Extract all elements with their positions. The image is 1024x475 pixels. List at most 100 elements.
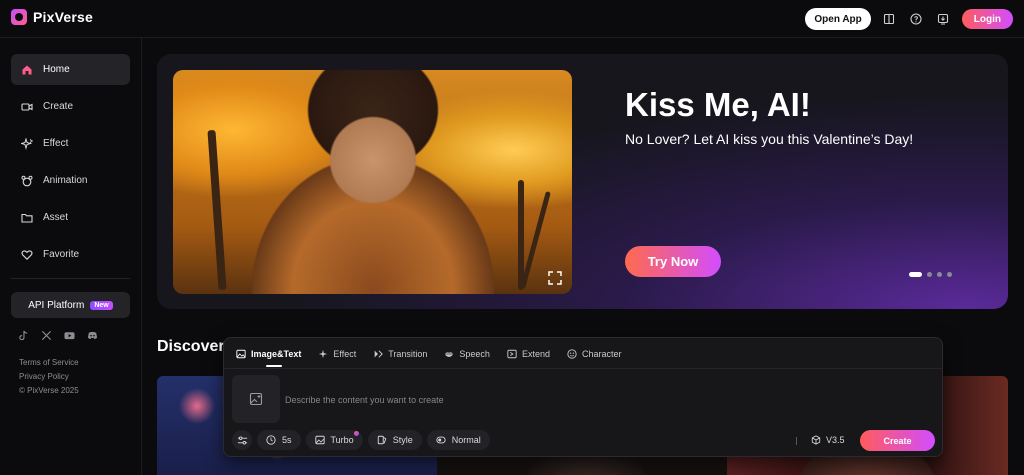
carousel-indicator bbox=[909, 272, 952, 277]
sidebar-item-label: Asset bbox=[43, 212, 69, 223]
carousel-dot[interactable] bbox=[909, 272, 922, 277]
turbo-icon bbox=[314, 435, 325, 445]
create-panel: Image&Text Effect Transition Speech Exte… bbox=[223, 337, 943, 457]
copyright-text: © PixVerse 2025 bbox=[19, 386, 79, 395]
hero-image[interactable] bbox=[173, 70, 572, 294]
premium-badge-icon bbox=[353, 431, 359, 436]
active-tab-indicator bbox=[266, 365, 282, 367]
pixverse-logo-icon bbox=[11, 9, 27, 25]
discord-icon[interactable] bbox=[87, 330, 98, 341]
try-now-button[interactable]: Try Now bbox=[625, 246, 721, 277]
tab-label: Character bbox=[581, 349, 622, 359]
bear-icon bbox=[21, 175, 33, 187]
sparkle-icon bbox=[319, 349, 328, 359]
speed-icon bbox=[436, 436, 446, 444]
model-select[interactable]: V3.5 bbox=[811, 435, 845, 445]
tab-label: Extend bbox=[521, 349, 550, 359]
sidebar-item-effect[interactable]: Effect bbox=[11, 128, 130, 159]
style-icon bbox=[377, 435, 387, 445]
social-links bbox=[18, 330, 98, 341]
add-image-icon bbox=[249, 392, 263, 406]
api-platform-button[interactable]: API Platform New bbox=[11, 292, 130, 318]
hero-title: Kiss Me, AI! bbox=[625, 86, 811, 123]
tab-transition[interactable]: Transition bbox=[373, 349, 427, 359]
terms-link[interactable]: Terms of Service bbox=[19, 358, 79, 367]
cube-icon bbox=[811, 435, 821, 445]
clock-icon bbox=[266, 435, 276, 445]
brand[interactable]: PixVerse bbox=[11, 9, 93, 25]
turbo-label: Turbo bbox=[330, 435, 354, 445]
tab-extend[interactable]: Extend bbox=[507, 349, 550, 359]
sidebar-item-create[interactable]: Create bbox=[11, 91, 130, 122]
tiktok-icon[interactable] bbox=[18, 330, 29, 341]
image-upload-button[interactable] bbox=[232, 375, 280, 423]
create-mode-tabs: Image&Text Effect Transition Speech Exte… bbox=[236, 346, 621, 362]
tab-label: Speech bbox=[459, 349, 490, 359]
brand-name: PixVerse bbox=[33, 9, 93, 25]
style-select[interactable]: Style bbox=[367, 430, 422, 450]
login-button[interactable]: Login bbox=[961, 9, 1013, 29]
tab-image-text[interactable]: Image&Text bbox=[236, 349, 301, 359]
sparkle-icon bbox=[21, 137, 33, 150]
sidebar-item-favorite[interactable]: Favorite bbox=[11, 239, 130, 270]
extend-icon bbox=[507, 349, 517, 359]
tab-label: Image&Text bbox=[251, 349, 302, 359]
download-app-icon[interactable] bbox=[935, 11, 952, 28]
top-bar: PixVerse Open App Login bbox=[0, 0, 1024, 38]
sidebar-item-label: Effect bbox=[43, 138, 69, 149]
style-label: Style bbox=[392, 435, 413, 445]
lips-icon bbox=[445, 352, 454, 357]
image-icon bbox=[236, 349, 246, 359]
carousel-dot[interactable] bbox=[927, 272, 932, 277]
carousel-dot[interactable] bbox=[937, 272, 942, 277]
create-button[interactable]: Create bbox=[860, 430, 935, 451]
character-icon bbox=[567, 349, 577, 359]
tree-trunk bbox=[207, 129, 227, 291]
duration-select[interactable]: 5s bbox=[257, 430, 301, 450]
transition-icon bbox=[374, 350, 384, 358]
model-version: V3.5 bbox=[826, 435, 845, 445]
help-icon[interactable] bbox=[908, 11, 925, 28]
tab-effect[interactable]: Effect bbox=[318, 349, 356, 359]
header-actions: Open App Login bbox=[805, 8, 1013, 30]
mode-label: Normal bbox=[451, 435, 481, 445]
tree-trunk bbox=[520, 191, 551, 289]
youtube-icon[interactable] bbox=[64, 330, 75, 341]
tab-character[interactable]: Character bbox=[567, 349, 622, 359]
video-icon bbox=[21, 101, 33, 113]
new-badge: New bbox=[90, 300, 113, 310]
x-icon[interactable] bbox=[41, 330, 52, 341]
hero-subtitle: No Lover? Let AI kiss you this Valentine… bbox=[625, 131, 914, 147]
sidebar-item-animation[interactable]: Animation bbox=[11, 165, 130, 196]
carousel-dot[interactable] bbox=[947, 272, 952, 277]
prompt-area[interactable]: Describe the content you want to create bbox=[224, 368, 942, 424]
tab-speech[interactable]: Speech bbox=[444, 349, 490, 359]
sidebar-item-home[interactable]: Home bbox=[11, 54, 130, 85]
sidebar-item-asset[interactable]: Asset bbox=[11, 202, 130, 233]
sidebar: Home Create Effect Animation Asset Favor… bbox=[0, 38, 142, 475]
turbo-toggle[interactable]: Turbo bbox=[305, 430, 363, 450]
book-icon[interactable] bbox=[881, 11, 898, 28]
privacy-link[interactable]: Privacy Policy bbox=[19, 372, 69, 381]
sidebar-item-label: Home bbox=[43, 64, 70, 75]
sidebar-divider bbox=[11, 278, 130, 279]
hero-banner: Kiss Me, AI! No Lover? Let AI kiss you t… bbox=[157, 54, 1008, 309]
settings-button[interactable] bbox=[232, 430, 252, 450]
tab-label: Transition bbox=[388, 349, 428, 359]
tab-label: Effect bbox=[333, 349, 357, 359]
sidebar-item-label: Create bbox=[43, 101, 74, 112]
fullscreen-icon[interactable] bbox=[548, 271, 562, 285]
prompt-input[interactable]: Describe the content you want to create bbox=[285, 395, 444, 405]
mode-select[interactable]: Normal bbox=[426, 430, 490, 450]
open-app-button[interactable]: Open App bbox=[805, 8, 871, 30]
generation-options: 5s Turbo Style Normal bbox=[232, 430, 490, 450]
sliders-icon bbox=[237, 435, 247, 445]
heart-icon bbox=[21, 249, 33, 261]
sidebar-item-label: Favorite bbox=[43, 249, 80, 260]
sidebar-item-label: Animation bbox=[43, 175, 88, 186]
api-platform-label: API Platform bbox=[28, 299, 85, 311]
discover-title: Discover bbox=[157, 338, 225, 355]
folder-icon bbox=[21, 212, 33, 224]
duration-value: 5s bbox=[282, 435, 292, 445]
options-divider bbox=[796, 437, 797, 445]
